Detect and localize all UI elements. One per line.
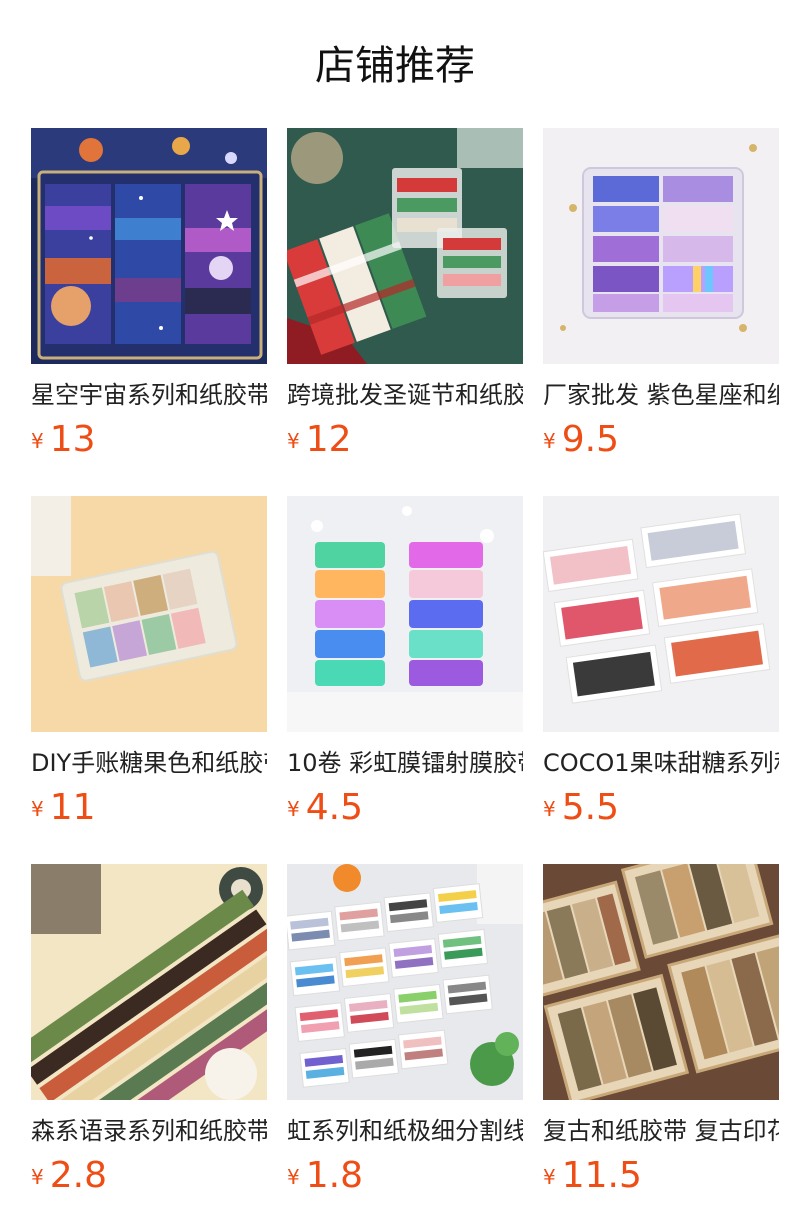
price-row: ¥11.5 xyxy=(543,1154,779,1198)
product-price: 2.8 xyxy=(49,1155,107,1196)
product-price: 13 xyxy=(49,419,96,460)
currency-symbol: ¥ xyxy=(31,797,44,821)
currency-symbol: ¥ xyxy=(287,429,300,453)
product-name[interactable]: 跨境批发圣诞节和纸胶带 xyxy=(287,378,523,412)
product-price: 4.5 xyxy=(305,787,363,828)
product-grid: 星空宇宙系列和纸胶带 ¥13 跨境批发圣诞节和纸胶 ¥ 12 厂家批发 紫色星座… xyxy=(31,128,790,1232)
product-price: 5.5 xyxy=(561,787,619,828)
product-card[interactable]: 星空宇宙系列和纸胶带 ¥13 xyxy=(31,128,267,496)
shop-recommend-page: 店铺推荐 星空宇宙系列和纸胶带 ¥ 13 跨境批发圣诞节和纸胶 ¥ 12 厂家批… xyxy=(0,0,790,1232)
product-image[interactable] xyxy=(31,864,267,1100)
price-row: ¥4.5 xyxy=(287,786,523,830)
product-image[interactable] xyxy=(543,128,779,364)
currency-symbol: ¥ xyxy=(287,797,300,821)
product-price: 11.5 xyxy=(561,1155,642,1196)
product-name[interactable]: 厂家批发 紫色星座和纸胶带 xyxy=(543,378,779,412)
product-image[interactable] xyxy=(31,496,267,732)
currency-symbol: ¥ xyxy=(543,429,556,453)
price-row: ¥12 xyxy=(287,418,523,462)
product-price: 12 xyxy=(305,419,352,460)
product-price: 1.8 xyxy=(305,1155,363,1196)
product-image[interactable] xyxy=(287,864,523,1100)
product-card[interactable]: DIY手账糖果色和纸胶带 ¥11 xyxy=(31,496,267,864)
product-card[interactable]: 复古和纸胶带 复古印花 ¥11.5 xyxy=(543,864,779,1232)
currency-symbol: ¥ xyxy=(31,1165,44,1189)
product-card[interactable]: 厂家批发 紫色星座和纸胶带 ¥9.5 xyxy=(543,128,779,496)
product-image[interactable] xyxy=(287,496,523,732)
product-card[interactable]: 森系语录系列和纸胶带 ¥2.8 xyxy=(31,864,267,1232)
currency-symbol: ¥ xyxy=(287,1165,300,1189)
product-card[interactable]: 10卷 彩虹膜镭射膜胶带 ¥4.5 xyxy=(287,496,523,864)
product-price: 11 xyxy=(49,787,96,828)
currency-symbol: ¥ xyxy=(31,429,44,453)
product-name[interactable]: 复古和纸胶带 复古印花 xyxy=(543,1114,779,1148)
price-row: ¥2.8 xyxy=(31,1154,267,1198)
product-name[interactable]: 10卷 彩虹膜镭射膜胶带 xyxy=(287,746,523,780)
currency-symbol: ¥ xyxy=(543,1165,556,1189)
product-card[interactable]: COCO1果味甜糖系列和纸胶带 ¥5.5 xyxy=(543,496,779,864)
price-row: ¥11 xyxy=(31,786,267,830)
product-image[interactable] xyxy=(287,128,523,364)
product-image[interactable] xyxy=(543,864,779,1100)
product-price: 9.5 xyxy=(561,419,619,460)
product-image[interactable] xyxy=(31,128,267,364)
product-name[interactable]: DIY手账糖果色和纸胶带 xyxy=(31,746,267,780)
price-row: ¥9.5 xyxy=(543,418,779,462)
price-row: ¥1.8 xyxy=(287,1154,523,1198)
currency-symbol: ¥ xyxy=(543,797,556,821)
product-name[interactable]: 虹系列和纸极细分割线胶带 xyxy=(287,1114,523,1148)
section-title: 店铺推荐 xyxy=(315,43,475,89)
product-image[interactable] xyxy=(543,496,779,732)
product-name[interactable]: COCO1果味甜糖系列和纸胶带 xyxy=(543,746,779,780)
product-name[interactable]: 森系语录系列和纸胶带 xyxy=(31,1114,267,1148)
price-row: ¥5.5 xyxy=(543,786,779,830)
product-name[interactable]: 星空宇宙系列和纸胶带 xyxy=(31,378,267,412)
price-row: ¥13 xyxy=(31,418,267,462)
product-card[interactable]: 虹系列和纸极细分割线胶带 ¥1.8 xyxy=(287,864,523,1232)
product-card[interactable]: 跨境批发圣诞节和纸胶带 ¥12 xyxy=(287,128,523,496)
